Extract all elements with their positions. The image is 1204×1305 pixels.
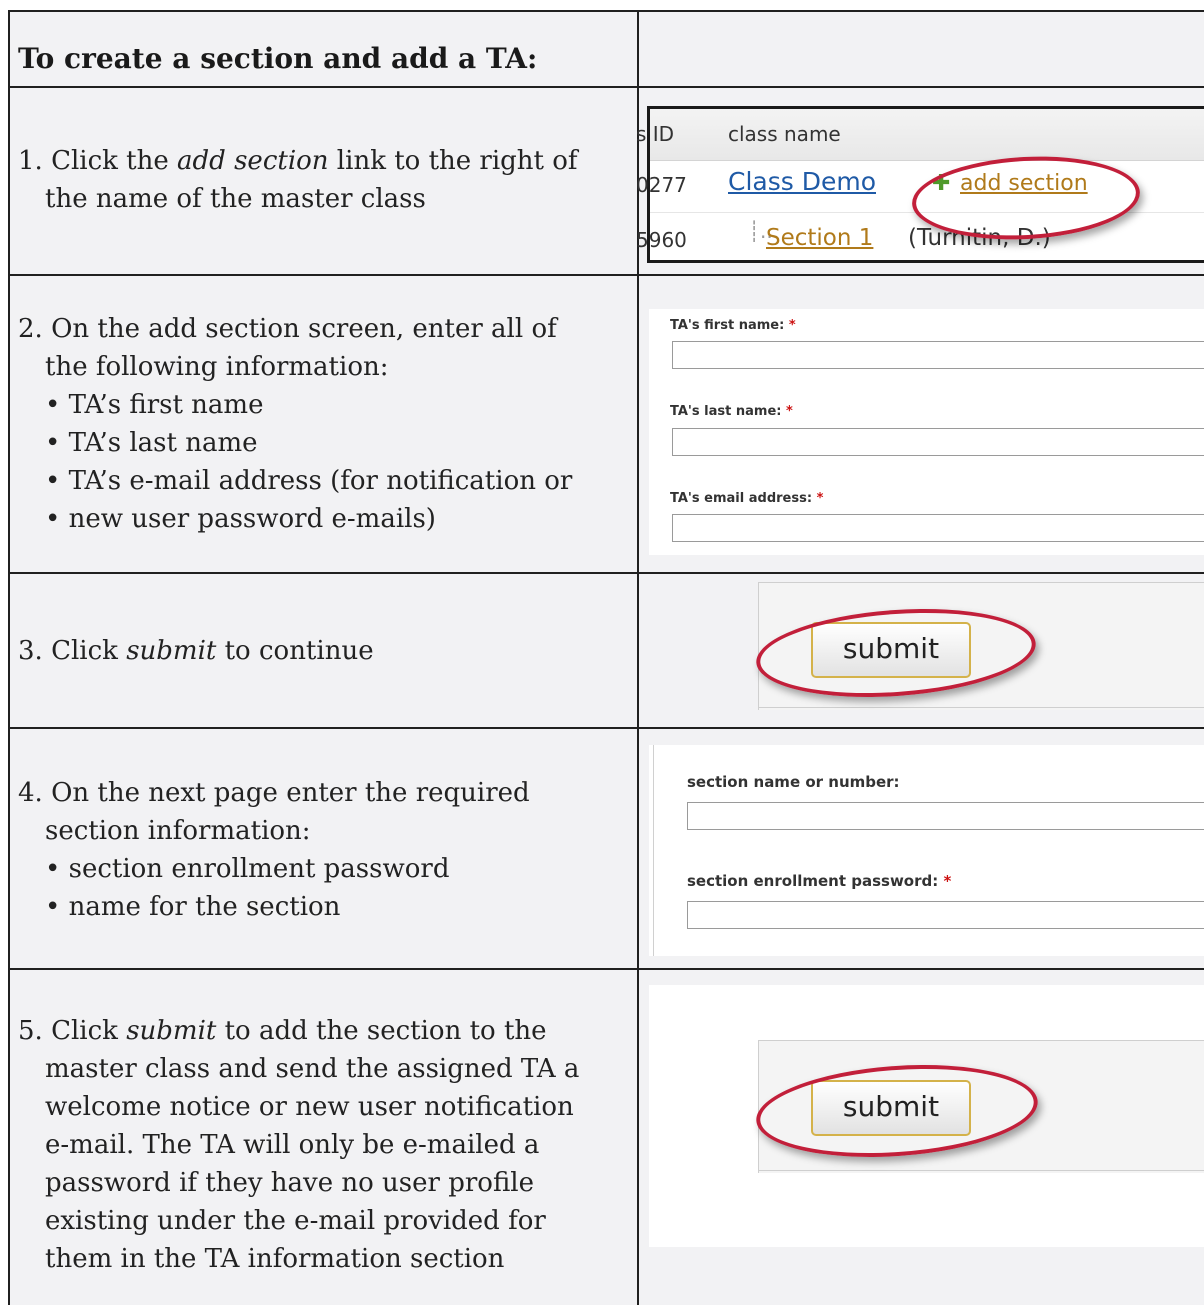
step-text: e-mail. The TA will only be e-mailed a [45, 1130, 540, 1160]
step-text: section information: [45, 816, 311, 846]
panel-bottom-border [759, 707, 1204, 708]
step-text: link to the right of [328, 146, 578, 176]
step-text: Click [51, 1016, 127, 1046]
step-number: 2. [18, 314, 43, 344]
class-id: 0277 [636, 173, 687, 197]
emphasis-text: submit [126, 636, 217, 666]
ta-info-form-screenshot: TA's first name: * TA's last name: * TA'… [649, 309, 1204, 555]
bullet-item: • section enrollment password [45, 854, 450, 884]
step3-text: 3. Click submit to continue [18, 632, 374, 670]
column-header-class-name: class name [728, 122, 841, 146]
ta-last-name-input[interactable] [672, 428, 1204, 456]
required-marker: * [786, 404, 793, 419]
step-text: On the next page enter the required [51, 778, 530, 808]
step4-text: 4. On the next page enter the required s… [18, 774, 530, 926]
panel-top-border [759, 582, 1204, 583]
ta-email-label: TA's email address: * [670, 491, 824, 506]
panel-top-border [759, 1040, 1204, 1041]
bullet-item: • name for the section [45, 892, 341, 922]
step-text: Click [51, 636, 127, 666]
row-divider [8, 572, 1204, 574]
step-number: 1. [18, 146, 43, 176]
required-marker: * [943, 872, 952, 890]
required-marker: * [816, 491, 824, 506]
instruction-table: To create a section and add a TA: 1. Cli… [0, 0, 1204, 1305]
row-divider [8, 274, 1204, 276]
step-text: password if they have no user profile [45, 1168, 534, 1198]
section-1-link[interactable]: Section 1 [766, 225, 873, 251]
table-heading: To create a section and add a TA: [18, 42, 538, 75]
column-divider [637, 10, 639, 1305]
section-id: 5960 [636, 228, 687, 252]
section-name-input[interactable] [687, 802, 1204, 830]
section-password-label: section enrollment password: * [687, 872, 952, 890]
step5-text: 5. Click submit to add the section to th… [18, 1012, 579, 1278]
table-border-left [8, 10, 10, 1305]
step-text: existing under the e-mail provided for [45, 1206, 546, 1236]
bullet-item: • TA’s first name [45, 390, 264, 420]
class-list-screenshot: s ID class name 0277 Class Demo ✚ add se… [636, 106, 1204, 263]
bullet-item: • TA’s e-mail address (for notification … [45, 466, 573, 496]
emphasis-text: add section [177, 146, 329, 176]
step-number: 5. [18, 1016, 43, 1046]
step-text: master class and send the assigned TA a [45, 1054, 580, 1084]
emphasis-text: submit [126, 1016, 217, 1046]
step1-text: 1. Click the add section link to the rig… [18, 142, 578, 218]
step-text: welcome notice or new user notification [45, 1092, 574, 1122]
step2-text: 2. On the add section screen, enter all … [18, 310, 572, 538]
bullet-item: • TA’s last name [45, 428, 258, 458]
ta-last-name-label: TA's last name: * [670, 404, 793, 419]
section-name-label: section name or number: [687, 773, 900, 791]
panel-bottom-border [759, 1170, 1204, 1171]
ta-first-name-input[interactable] [672, 341, 1204, 369]
required-marker: * [788, 318, 796, 333]
table-border-top [8, 10, 1204, 12]
step-text: to continue [216, 636, 374, 666]
step-text: the following information: [45, 352, 389, 382]
ta-email-input[interactable] [672, 514, 1204, 542]
step-text: the name of the master class [45, 184, 426, 214]
row-divider [8, 727, 1204, 729]
section-password-input[interactable] [687, 901, 1204, 929]
step-text: them in the TA information section [45, 1244, 505, 1274]
row-divider [8, 86, 1204, 88]
highlight-oval [910, 151, 1142, 245]
class-demo-link[interactable]: Class Demo [728, 167, 876, 196]
step-text: On the add section screen, enter all of [51, 314, 557, 344]
section-info-form-screenshot: section name or number: section enrollme… [649, 745, 1204, 956]
column-header-id: s ID [636, 122, 675, 146]
step-text: to add the section to the [216, 1016, 547, 1046]
bullet-item: • new user password e-mails) [45, 504, 436, 534]
step-text: Click the [51, 146, 178, 176]
row-divider [8, 968, 1204, 970]
ta-first-name-label: TA's first name: * [670, 318, 796, 333]
step-number: 4. [18, 778, 43, 808]
header-cell-right [639, 12, 1204, 86]
step-number: 3. [18, 636, 43, 666]
